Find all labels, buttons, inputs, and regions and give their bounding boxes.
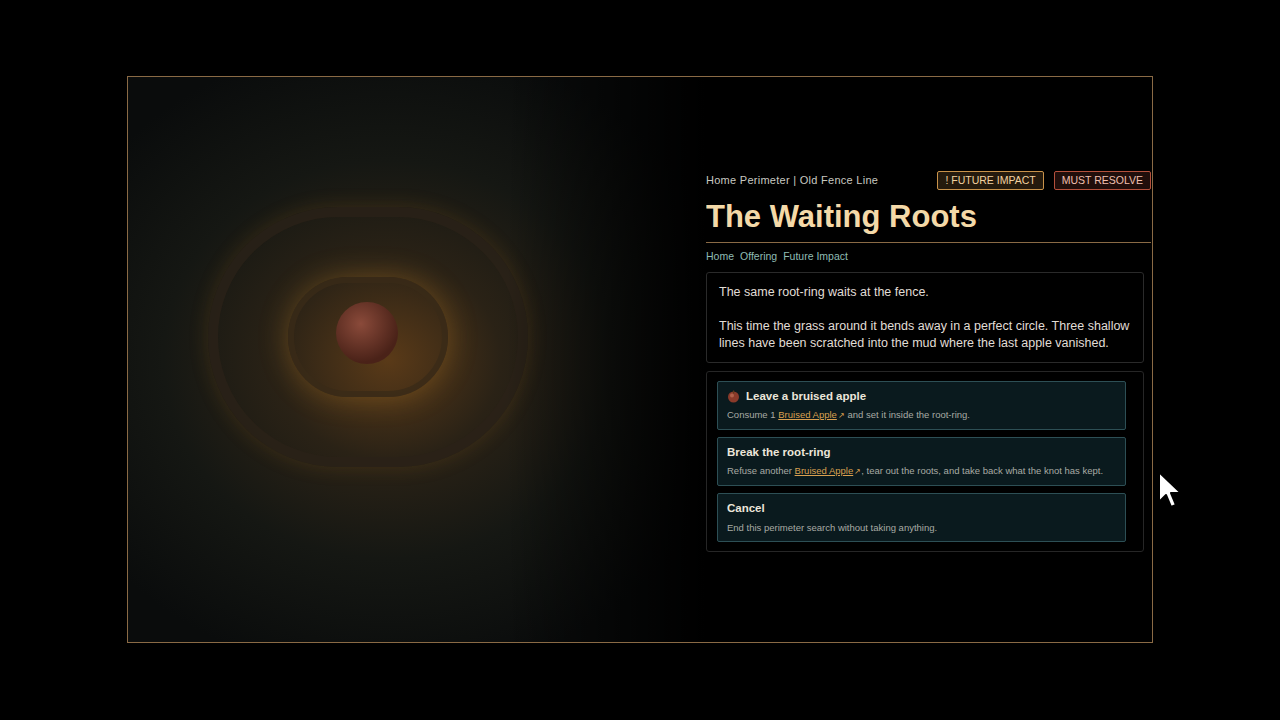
event-badge: MUST RESOLVE <box>1054 171 1151 190</box>
choice-title-row: Cancel <box>727 500 1116 517</box>
event-title: The Waiting Roots <box>706 198 1151 243</box>
badge-list: ! FUTURE IMPACT MUST RESOLVE <box>937 171 1151 190</box>
choice-button[interactable]: Cancel End this perimeter search without … <box>717 493 1126 541</box>
event-badge: ! FUTURE IMPACT <box>937 171 1043 190</box>
apple-icon <box>727 390 740 403</box>
choice-detail: Consume 1 Bruised Apple↗ and set it insi… <box>727 408 1116 422</box>
description-paragraph: The same root-ring waits at the fence. <box>719 284 1131 301</box>
choice-button[interactable]: Break the root-ring Refuse another Bruise… <box>717 437 1126 486</box>
choice-list: Leave a bruised apple Consume 1 Bruised A… <box>706 371 1144 552</box>
external-link-icon: ↗ <box>838 411 845 420</box>
choice-title: Leave a bruised apple <box>746 388 866 405</box>
choice-title: Break the root-ring <box>727 444 831 461</box>
detail-text: Consume 1 <box>727 409 778 420</box>
tag-list: Home Offering Future Impact <box>706 249 1151 265</box>
event-tag: Future Impact <box>783 249 848 265</box>
event-tag: Offering <box>740 249 777 265</box>
description-box: The same root-ring waits at the fence. Th… <box>706 272 1144 363</box>
choice-title: Cancel <box>727 500 765 517</box>
header-row: Home Perimeter | Old Fence Line ! FUTURE … <box>706 171 1151 190</box>
detail-text: , tear out the roots, and take back what… <box>861 465 1103 476</box>
choice-title-row: Leave a bruised apple <box>727 388 1116 405</box>
item-link[interactable]: Bruised Apple <box>795 465 854 476</box>
event-panel: Home Perimeter | Old Fence Line ! FUTURE … <box>706 77 1152 642</box>
choice-button[interactable]: Leave a bruised apple Consume 1 Bruised A… <box>717 381 1126 430</box>
location-label: Home Perimeter | Old Fence Line <box>706 172 878 189</box>
external-link-icon: ↗ <box>854 467 861 476</box>
event-frame: Home Perimeter | Old Fence Line ! FUTURE … <box>127 76 1153 643</box>
choice-detail: Refuse another Bruised Apple↗, tear out … <box>727 464 1116 478</box>
detail-text: Refuse another <box>727 465 795 476</box>
event-illustration <box>128 77 706 642</box>
event-tag: Home <box>706 249 734 265</box>
choice-detail: End this perimeter search without taking… <box>727 521 1116 534</box>
item-link[interactable]: Bruised Apple <box>778 409 837 420</box>
choice-title-row: Break the root-ring <box>727 444 1116 461</box>
detail-text: End this perimeter search without taking… <box>727 522 937 533</box>
mouse-cursor-icon <box>1157 470 1185 510</box>
description-paragraph: This time the grass around it bends away… <box>719 318 1131 352</box>
detail-text: and set it inside the root-ring. <box>845 409 970 420</box>
